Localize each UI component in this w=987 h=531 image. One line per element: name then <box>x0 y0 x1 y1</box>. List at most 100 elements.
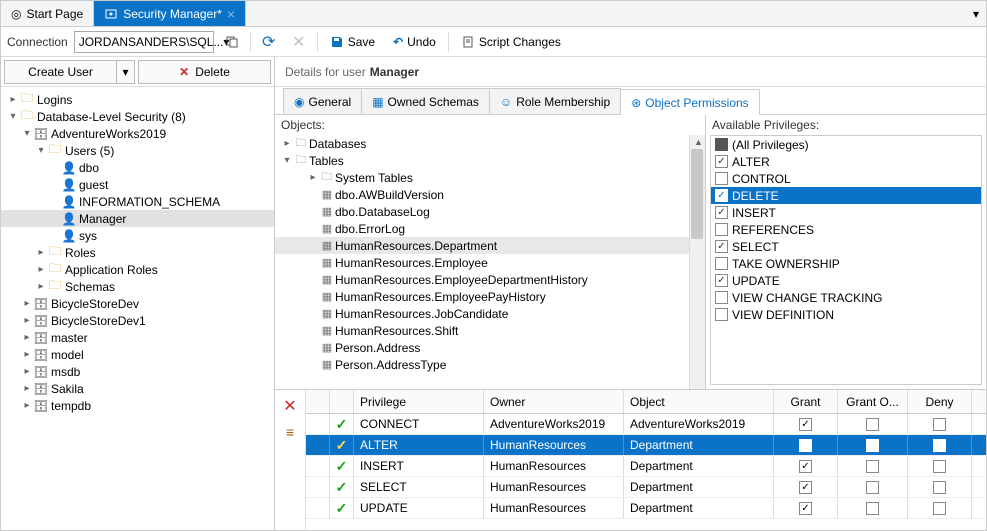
tab-security-manager[interactable]: Security Manager* × <box>94 1 246 26</box>
tree-app-roles[interactable]: ▸🗀Application Roles <box>1 261 274 278</box>
grid-row[interactable]: →✓ALTERHumanResourcesDepartment✓ <box>306 435 986 456</box>
obj-item[interactable]: ▦HumanResources.JobCandidate <box>275 305 705 322</box>
col-deny[interactable]: Deny <box>908 390 972 413</box>
obj-item[interactable]: ▦Person.AddressType <box>275 356 705 373</box>
col-grant[interactable]: Grant <box>774 390 838 413</box>
grant-checkbox[interactable]: ✓ <box>799 460 812 473</box>
tree-logins[interactable]: ▸🗀Logins <box>1 91 274 108</box>
privilege-item[interactable]: CONTROL <box>711 170 981 187</box>
grant-option-checkbox[interactable] <box>866 418 879 431</box>
obj-item[interactable]: ▦HumanResources.EmployeeDepartmentHistor… <box>275 271 705 288</box>
tab-owned-schemas[interactable]: ▦Owned Schemas <box>361 88 490 114</box>
checkbox[interactable]: ✓ <box>715 155 728 168</box>
tree-roles[interactable]: ▸🗀Roles <box>1 244 274 261</box>
privilege-item[interactable]: VIEW CHANGE TRACKING <box>711 289 981 306</box>
tree-db[interactable]: ▸🗄msdb <box>1 363 274 380</box>
privilege-item[interactable]: ✓INSERT <box>711 204 981 221</box>
deny-checkbox[interactable] <box>933 418 946 431</box>
grant-checkbox[interactable]: ✓ <box>799 481 812 494</box>
deny-checkbox[interactable] <box>933 460 946 473</box>
save-button[interactable]: Save <box>324 30 381 54</box>
privilege-item[interactable]: ✓UPDATE <box>711 272 981 289</box>
obj-item[interactable]: ▦Person.Address <box>275 339 705 356</box>
tree-users[interactable]: ▾🗀Users (5) <box>1 142 274 159</box>
col-privilege[interactable]: Privilege <box>354 390 484 413</box>
delete-button[interactable]: ✕ Delete <box>138 60 271 84</box>
connection-select[interactable]: JORDANSANDERS\SQL... ▾ <box>74 31 214 53</box>
obj-tables[interactable]: ▾🗀Tables <box>275 152 705 169</box>
grid-row[interactable]: ✓INSERTHumanResourcesDepartment✓ <box>306 456 986 477</box>
grid-row[interactable]: ✓UPDATEHumanResourcesDepartment✓ <box>306 498 986 519</box>
obj-item[interactable]: ▦dbo.AWBuildVersion <box>275 186 705 203</box>
tree-user-dbo[interactable]: 👤dbo <box>1 159 274 176</box>
scrollbar[interactable]: ▲ <box>689 135 705 389</box>
privilege-item[interactable]: ✓ALTER <box>711 153 981 170</box>
undo-button[interactable]: ↶ Undo <box>387 30 442 54</box>
tree-db[interactable]: ▸🗄BicycleStoreDev1 <box>1 312 274 329</box>
close-button[interactable]: ✕ <box>287 30 311 54</box>
tab-overflow-button[interactable]: ▾ <box>966 1 986 26</box>
obj-item[interactable]: ▦HumanResources.Shift <box>275 322 705 339</box>
tree-db[interactable]: ▸🗄BicycleStoreDev <box>1 295 274 312</box>
privilege-item[interactable]: ✓SELECT <box>711 238 981 255</box>
obj-item[interactable]: ▦HumanResources.Employee <box>275 254 705 271</box>
tree-db[interactable]: ▸🗄master <box>1 329 274 346</box>
checkbox[interactable] <box>715 172 728 185</box>
checkbox[interactable] <box>715 291 728 304</box>
tree-schemas[interactable]: ▸🗀Schemas <box>1 278 274 295</box>
script-button[interactable]: Script Changes <box>455 30 567 54</box>
create-user-dropdown[interactable]: ▾ <box>117 60 135 84</box>
tree-user-guest[interactable]: 👤guest <box>1 176 274 193</box>
col-grant-option[interactable]: Grant O... <box>838 390 908 413</box>
grant-option-checkbox[interactable] <box>866 460 879 473</box>
tree-db-aw[interactable]: ▾🗄AdventureWorks2019 <box>1 125 274 142</box>
tree-db[interactable]: ▸🗄model <box>1 346 274 363</box>
privilege-item[interactable]: ✓DELETE <box>711 187 981 204</box>
grant-checkbox[interactable]: ✓ <box>799 502 812 515</box>
grant-option-checkbox[interactable] <box>866 439 879 452</box>
checkbox[interactable] <box>715 138 728 151</box>
checkbox[interactable]: ✓ <box>715 240 728 253</box>
tree-db[interactable]: ▸🗄tempdb <box>1 397 274 414</box>
checkbox[interactable]: ✓ <box>715 189 728 202</box>
deny-checkbox[interactable] <box>933 502 946 515</box>
tree-user-sys[interactable]: 👤sys <box>1 227 274 244</box>
deny-checkbox[interactable] <box>933 439 946 452</box>
obj-item[interactable]: ▦dbo.ErrorLog <box>275 220 705 237</box>
tab-object-permissions[interactable]: ⊛Object Permissions <box>620 89 759 115</box>
close-icon[interactable]: × <box>227 6 235 22</box>
privilege-item[interactable]: (All Privileges) <box>711 136 981 153</box>
tree-db[interactable]: ▸🗄Sakila <box>1 380 274 397</box>
privilege-item[interactable]: TAKE OWNERSHIP <box>711 255 981 272</box>
tree-user-info[interactable]: 👤INFORMATION_SCHEMA <box>1 193 274 210</box>
grant-option-checkbox[interactable] <box>866 502 879 515</box>
checkbox[interactable] <box>715 308 728 321</box>
create-user-button[interactable]: Create User <box>4 60 117 84</box>
privilege-item[interactable]: VIEW DEFINITION <box>711 306 981 323</box>
privilege-item[interactable]: REFERENCES <box>711 221 981 238</box>
grant-checkbox[interactable]: ✓ <box>799 439 812 452</box>
tree-user-manager[interactable]: 👤Manager <box>1 210 274 227</box>
checkbox[interactable] <box>715 223 728 236</box>
obj-item[interactable]: ▦HumanResources.Department <box>275 237 705 254</box>
privileges-list[interactable]: (All Privileges)✓ALTERCONTROL✓DELETE✓INS… <box>710 135 982 385</box>
obj-item[interactable]: ▦dbo.DatabaseLog <box>275 203 705 220</box>
tab-start-page[interactable]: ◎ Start Page <box>1 1 94 26</box>
edit-row-button[interactable]: ≡ <box>286 424 294 440</box>
copy-button[interactable] <box>220 30 244 54</box>
refresh-button[interactable]: ⟳ <box>257 30 281 54</box>
col-object[interactable]: Object <box>624 390 774 413</box>
tab-general[interactable]: ◉General <box>283 88 362 114</box>
col-owner[interactable]: Owner <box>484 390 624 413</box>
objects-tree[interactable]: ▸🗀Databases ▾🗀Tables ▸🗀System Tables▦dbo… <box>275 135 705 389</box>
tab-role-membership[interactable]: ☺Role Membership <box>489 88 621 114</box>
obj-databases[interactable]: ▸🗀Databases <box>275 135 705 152</box>
checkbox[interactable] <box>715 257 728 270</box>
deny-checkbox[interactable] <box>933 481 946 494</box>
obj-item[interactable]: ▸🗀System Tables <box>275 169 705 186</box>
obj-item[interactable]: ▦HumanResources.EmployeePayHistory <box>275 288 705 305</box>
scroll-thumb[interactable] <box>691 149 703 239</box>
grant-checkbox[interactable]: ✓ <box>799 418 812 431</box>
grid-row[interactable]: ✓CONNECTAdventureWorks2019AdventureWorks… <box>306 414 986 435</box>
tree-db-security[interactable]: ▾🗀Database-Level Security (8) <box>1 108 274 125</box>
